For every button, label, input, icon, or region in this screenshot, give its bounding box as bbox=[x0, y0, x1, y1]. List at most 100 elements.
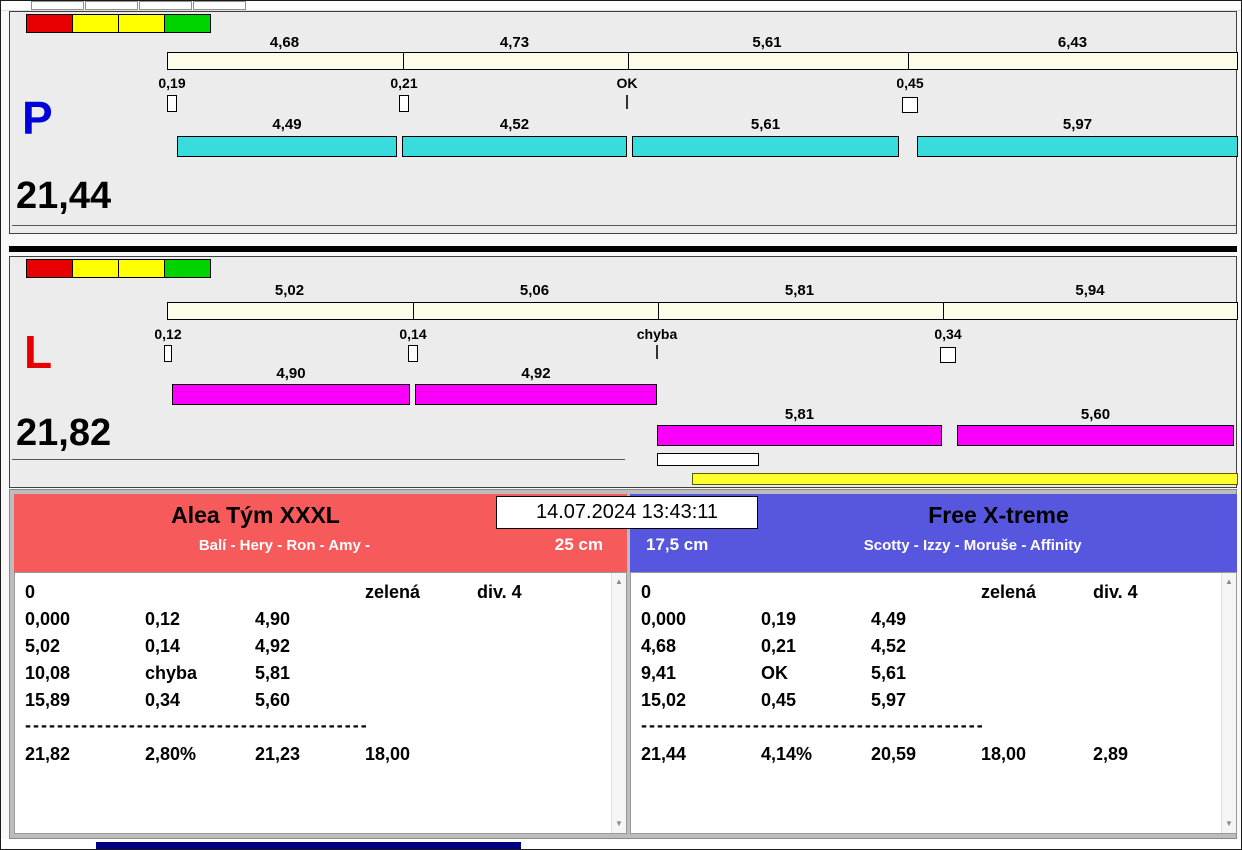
app-window: P 4,68 4,73 5,61 6,43 0,19 0,21 OK 0,45 … bbox=[0, 0, 1242, 850]
sector-time-label: 5,94 bbox=[1075, 282, 1105, 299]
window-tab[interactable] bbox=[85, 1, 138, 10]
change-time-label: 0,14 bbox=[399, 326, 427, 342]
table-cell bbox=[477, 660, 626, 687]
run-time-label: 4,52 bbox=[499, 116, 530, 133]
start-lights bbox=[26, 14, 211, 33]
table-cell: 0,19 bbox=[761, 609, 797, 629]
run-time-bar bbox=[657, 425, 942, 446]
scroll-up-icon[interactable]: ▲ bbox=[612, 574, 626, 590]
table-cell: 18,00 bbox=[981, 744, 1027, 764]
table-cell: 5,97 bbox=[871, 690, 907, 710]
lane-l: L 5,02 5,06 5,81 5,94 0,12 0,14 chyba 0,… bbox=[9, 256, 1238, 488]
sector-divider bbox=[658, 303, 659, 319]
change-status-label: chyba bbox=[636, 326, 678, 342]
change-time-label: 0,45 bbox=[896, 75, 924, 91]
table-cell: 4,68 bbox=[641, 636, 677, 656]
table-cell: 21,23 bbox=[255, 744, 301, 764]
run-time-label: 5,97 bbox=[1062, 116, 1093, 133]
start-lights bbox=[26, 259, 211, 278]
run-time-label: 5,61 bbox=[750, 116, 781, 133]
change-marker bbox=[902, 97, 918, 113]
table-cell: 20,59 bbox=[871, 744, 917, 764]
jump-height-label: 25 cm bbox=[554, 535, 603, 554]
table-cell: 15,02 bbox=[641, 690, 687, 710]
sector-progress-bar bbox=[167, 52, 1238, 70]
table-cell: 0 bbox=[25, 582, 36, 602]
team-left-results: 0 zelená div. 4 0,000 0,12 4,90 5,02 0,14 4,92 10… bbox=[14, 572, 627, 834]
run-time-bar bbox=[172, 384, 410, 405]
table-row: 9,41 OK 5,61 bbox=[631, 660, 1236, 687]
table-cell: 0,45 bbox=[761, 690, 797, 710]
table-cell bbox=[1093, 687, 1236, 714]
change-time-label: 0,21 bbox=[390, 75, 418, 91]
sector-time-label: 5,81 bbox=[784, 282, 815, 299]
table-cell bbox=[477, 633, 626, 660]
table-cell: 4,90 bbox=[255, 609, 291, 629]
table-row: 10,08 chyba 5,81 bbox=[15, 660, 626, 687]
table-cell bbox=[1093, 633, 1236, 660]
table-cell: 0,14 bbox=[145, 636, 181, 656]
scroll-down-icon[interactable]: ▼ bbox=[1222, 816, 1236, 832]
table-row: 0 zelená div. 4 bbox=[15, 579, 626, 606]
run-time-label: 4,92 bbox=[521, 365, 551, 382]
table-row: 21,82 2,80% 21,23 18,00 bbox=[15, 741, 626, 768]
table-cell bbox=[477, 741, 626, 768]
results-summary: 21,82 2,80% 21,23 18,00 bbox=[15, 741, 626, 768]
table-cell: 18,00 bbox=[365, 744, 411, 764]
table-cell: 4,92 bbox=[255, 636, 291, 656]
change-time-label: 0,12 bbox=[154, 326, 182, 342]
table-cell: 5,81 bbox=[255, 663, 291, 683]
window-tab[interactable] bbox=[139, 1, 192, 10]
table-cell bbox=[365, 606, 477, 633]
scroll-down-icon[interactable]: ▼ bbox=[612, 816, 626, 832]
light-green-icon bbox=[164, 259, 211, 278]
vertical-scrollbar[interactable]: ▲ ▼ bbox=[1221, 573, 1236, 833]
window-tab[interactable] bbox=[193, 1, 246, 10]
table-cell: 0,21 bbox=[761, 636, 797, 656]
lane-total-time: 21,44 bbox=[16, 175, 112, 217]
table-cell bbox=[981, 660, 1093, 687]
run-time-bar bbox=[917, 136, 1238, 157]
vertical-scrollbar[interactable]: ▲ ▼ bbox=[611, 573, 626, 833]
light-yellow-icon bbox=[72, 14, 119, 33]
light-green-icon bbox=[164, 14, 211, 33]
sector-progress-bar bbox=[167, 302, 1238, 320]
table-cell: 5,60 bbox=[255, 690, 291, 710]
light-red-icon bbox=[26, 14, 73, 33]
sector-time-label: 5,61 bbox=[752, 34, 782, 51]
results-table: 0 zelená div. 4 0,000 0,12 4,90 5,02 0,14 4,92 10… bbox=[15, 579, 626, 714]
sector-divider bbox=[403, 53, 404, 69]
table-cell bbox=[477, 687, 626, 714]
sector-time-label: 4,68 bbox=[269, 34, 300, 51]
lane-letter: L bbox=[24, 326, 53, 378]
sector-divider bbox=[628, 53, 629, 69]
table-cell bbox=[981, 633, 1093, 660]
window-top-strip bbox=[1, 1, 1241, 11]
sector-divider bbox=[943, 303, 944, 319]
run-time-bar bbox=[957, 425, 1234, 446]
table-row: 0 zelená div. 4 bbox=[631, 579, 1236, 606]
light-yellow-icon bbox=[118, 259, 165, 278]
lane-separator bbox=[9, 246, 1237, 252]
team-members: Scotty - Izzy - Moruše - Affinity bbox=[863, 536, 1082, 554]
scroll-up-icon[interactable]: ▲ bbox=[1222, 574, 1236, 590]
lane-p: P 4,68 4,73 5,61 6,43 0,19 0,21 OK 0,45 … bbox=[9, 11, 1238, 234]
table-cell: 4,49 bbox=[871, 609, 907, 629]
table-cell: 2,80% bbox=[145, 744, 197, 764]
table-cell: chyba bbox=[145, 663, 198, 683]
table-cell bbox=[255, 579, 365, 606]
change-status-label: OK bbox=[616, 75, 638, 91]
change-marker-line bbox=[626, 95, 628, 109]
table-row: 21,44 4,14% 20,59 18,00 2,89 bbox=[631, 741, 1236, 768]
run-time-bar bbox=[632, 136, 899, 157]
window-tab[interactable] bbox=[31, 1, 84, 10]
table-cell: div. 4 bbox=[477, 582, 522, 602]
table-cell: 5,02 bbox=[25, 636, 61, 656]
jump-height-label: 17,5 cm bbox=[646, 535, 709, 554]
table-cell: 21,82 bbox=[25, 744, 71, 764]
results-section: Alea Tým XXXL Balí - Hery - Ron - Amy - … bbox=[9, 489, 1237, 839]
taskbar-strip bbox=[96, 842, 521, 849]
table-cell: 0,000 bbox=[641, 609, 687, 629]
change-marker bbox=[940, 347, 956, 363]
table-divider: ----------------------------------------… bbox=[25, 715, 369, 735]
